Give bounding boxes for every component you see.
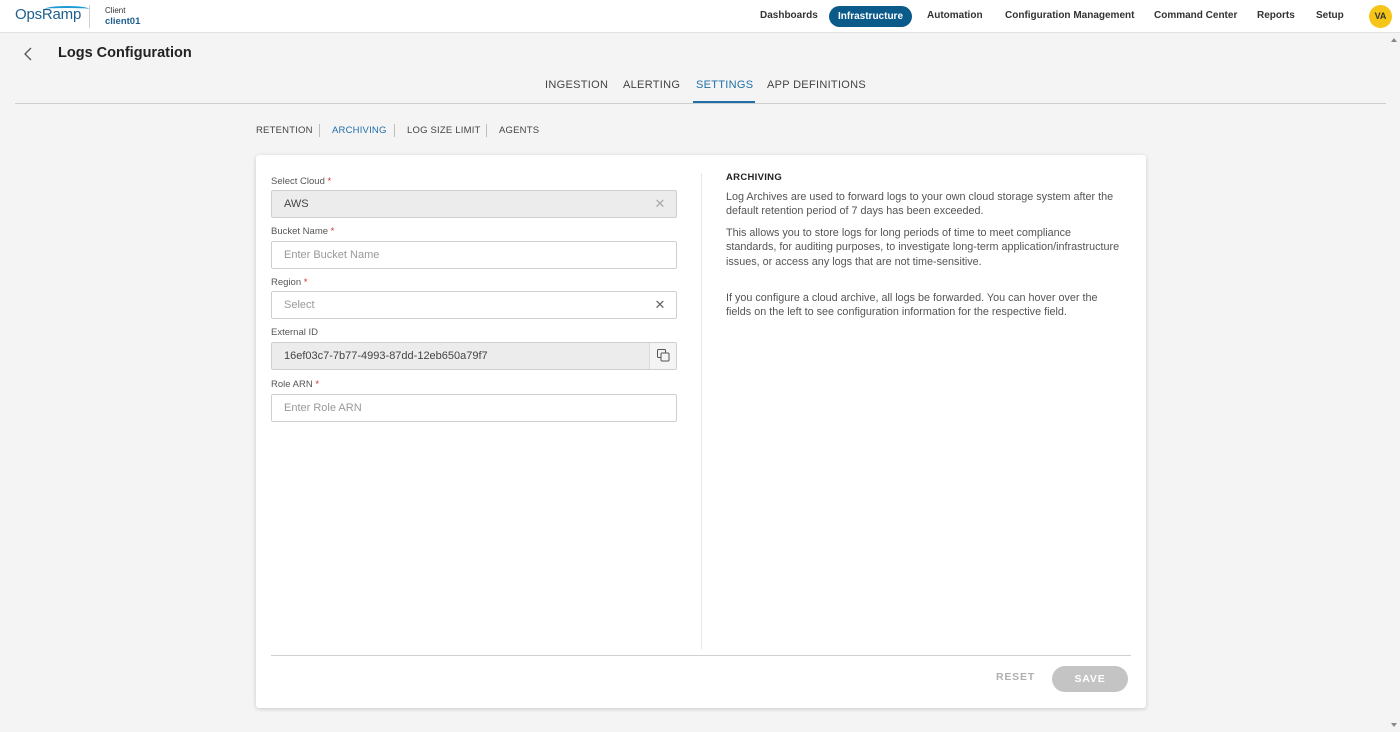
role-arn-placeholder: Enter Role ARN (284, 402, 362, 414)
archiving-card: Select Cloud * AWS ✕ Bucket Name * Enter… (256, 155, 1146, 708)
external-id-value: 16ef03c7-7b77-4993-87dd-12eb650a79f7 (284, 350, 488, 362)
bucket-name-label: Bucket Name * (271, 226, 334, 237)
bucket-name-input[interactable]: Enter Bucket Name (271, 241, 677, 269)
client-name: client01 (105, 16, 141, 27)
scroll-up-icon[interactable] (1391, 38, 1397, 42)
select-cloud-field[interactable]: AWS ✕ (271, 190, 677, 218)
close-icon[interactable]: ✕ (653, 197, 667, 211)
subtab-retention[interactable]: RETENTION (256, 125, 313, 136)
role-arn-label-text: Role ARN (271, 379, 313, 390)
tab-ingestion[interactable]: INGESTION (545, 79, 608, 91)
select-cloud-label-text: Select Cloud (271, 176, 325, 187)
subtab-separator (319, 124, 320, 137)
subtab-agents[interactable]: AGENTS (499, 125, 539, 136)
reset-button[interactable]: RESET (996, 671, 1035, 683)
navbar-divider (89, 5, 90, 28)
required-mark: * (330, 226, 335, 237)
active-tab-indicator (693, 101, 755, 103)
page-title: Logs Configuration (58, 45, 192, 61)
nav-configuration-management[interactable]: Configuration Management (1005, 0, 1134, 33)
info-paragraph: Log Archives are used to forward logs to… (726, 191, 1114, 218)
client-selector[interactable]: Client client01 (105, 6, 140, 27)
select-cloud-value: AWS (284, 198, 309, 210)
tab-app-definitions[interactable]: APP DEFINITIONS (767, 79, 866, 91)
top-navbar: OpsRamp Client client01 Dashboards Infra… (0, 0, 1400, 33)
nav-infrastructure[interactable]: Infrastructure (829, 6, 913, 27)
external-id-label: External ID (271, 327, 318, 338)
nav-automation[interactable]: Automation (927, 0, 983, 33)
region-select[interactable]: Select ✕ (271, 291, 677, 319)
role-arn-label: Role ARN * (271, 379, 319, 390)
region-label-text: Region (271, 277, 302, 288)
page-scrollbar[interactable] (1389, 33, 1400, 732)
role-arn-input[interactable]: Enter Role ARN (271, 394, 677, 422)
tab-alerting[interactable]: ALERTING (623, 79, 680, 91)
tab-settings[interactable]: SETTINGS (696, 79, 753, 91)
user-avatar[interactable]: VA (1369, 5, 1392, 28)
region-placeholder: Select (284, 299, 315, 311)
close-icon[interactable]: ✕ (653, 298, 667, 312)
save-button[interactable]: SAVE (1052, 666, 1128, 692)
required-mark: * (327, 176, 332, 187)
nav-setup[interactable]: Setup (1316, 0, 1344, 33)
client-label: Client (105, 6, 126, 15)
subtab-log-size-limit[interactable]: LOG SIZE LIMIT (407, 125, 481, 136)
main-tabs: INGESTION ALERTING SETTINGS APP DEFINITI… (15, 74, 1386, 104)
region-label: Region * (271, 277, 307, 288)
footer-divider (271, 655, 1131, 656)
external-id-field[interactable]: 16ef03c7-7b77-4993-87dd-12eb650a79f7 (271, 342, 677, 370)
scroll-down-icon[interactable] (1391, 723, 1397, 727)
subtab-archiving[interactable]: ARCHIVING (332, 125, 387, 136)
info-paragraph: This allows you to store logs for long p… (726, 227, 1120, 268)
info-paragraph: If you configure a cloud archive, all lo… (726, 292, 1098, 319)
nav-command-center[interactable]: Command Center (1154, 0, 1237, 33)
logo-swoosh (45, 6, 89, 12)
nav-reports[interactable]: Reports (1257, 0, 1295, 33)
bucket-name-placeholder: Enter Bucket Name (284, 249, 380, 261)
select-cloud-label: Select Cloud * (271, 176, 331, 187)
subtab-separator (486, 124, 487, 137)
bucket-name-label-text: Bucket Name (271, 226, 329, 237)
opsramp-logo[interactable]: OpsRamp (15, 6, 89, 26)
subtab-separator (394, 124, 395, 137)
info-title: ARCHIVING (726, 172, 783, 183)
required-mark: * (315, 379, 320, 390)
required-mark: * (303, 277, 308, 288)
card-column-divider (701, 173, 702, 649)
nav-dashboards[interactable]: Dashboards (760, 0, 818, 33)
back-arrow-icon[interactable] (22, 46, 36, 62)
copy-icon[interactable] (649, 343, 676, 369)
